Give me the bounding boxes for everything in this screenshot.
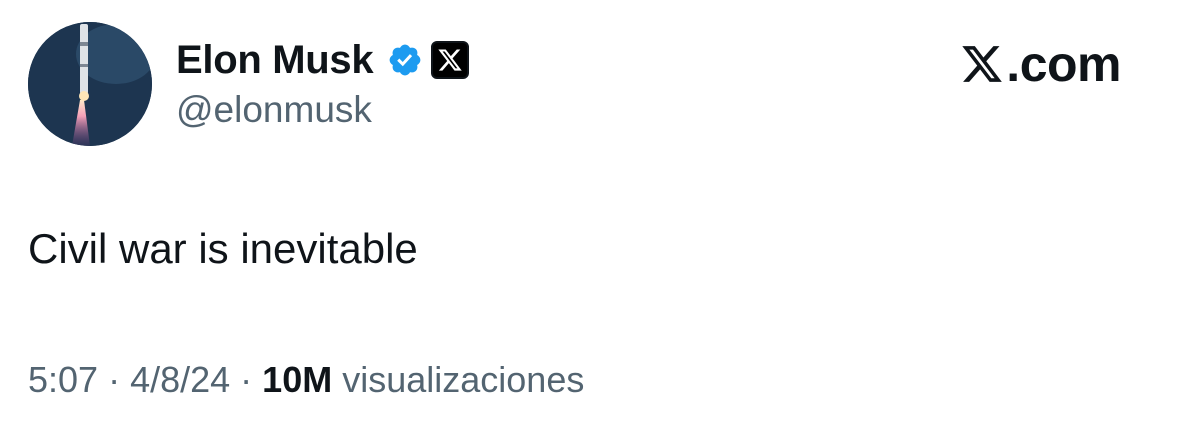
tweet-time[interactable]: 5:07 (28, 359, 98, 400)
avatar[interactable] (28, 22, 152, 146)
brand-watermark: .com (960, 36, 1121, 92)
affiliate-x-logo-icon[interactable] (431, 41, 470, 79)
rocket-launch-image (28, 22, 152, 146)
views-count[interactable]: 10M (262, 359, 332, 400)
brand-domain-suffix: .com (1006, 36, 1121, 92)
x-logo-icon (962, 46, 1003, 82)
tweet-text: Civil war is inevitable (28, 225, 418, 272)
author-name-row: Elon Musk (176, 38, 470, 82)
meta-separator: · (108, 359, 121, 400)
verified-badge-icon[interactable] (387, 42, 423, 78)
tweet-meta: 5:07 · 4/8/24 · 10M visualizaciones (28, 358, 584, 402)
author-handle[interactable]: @elonmusk (176, 88, 372, 132)
meta-separator: · (240, 359, 253, 400)
tweet-date[interactable]: 4/8/24 (130, 359, 230, 400)
views-label: visualizaciones (342, 359, 585, 400)
author-display-name[interactable]: Elon Musk (176, 38, 374, 82)
